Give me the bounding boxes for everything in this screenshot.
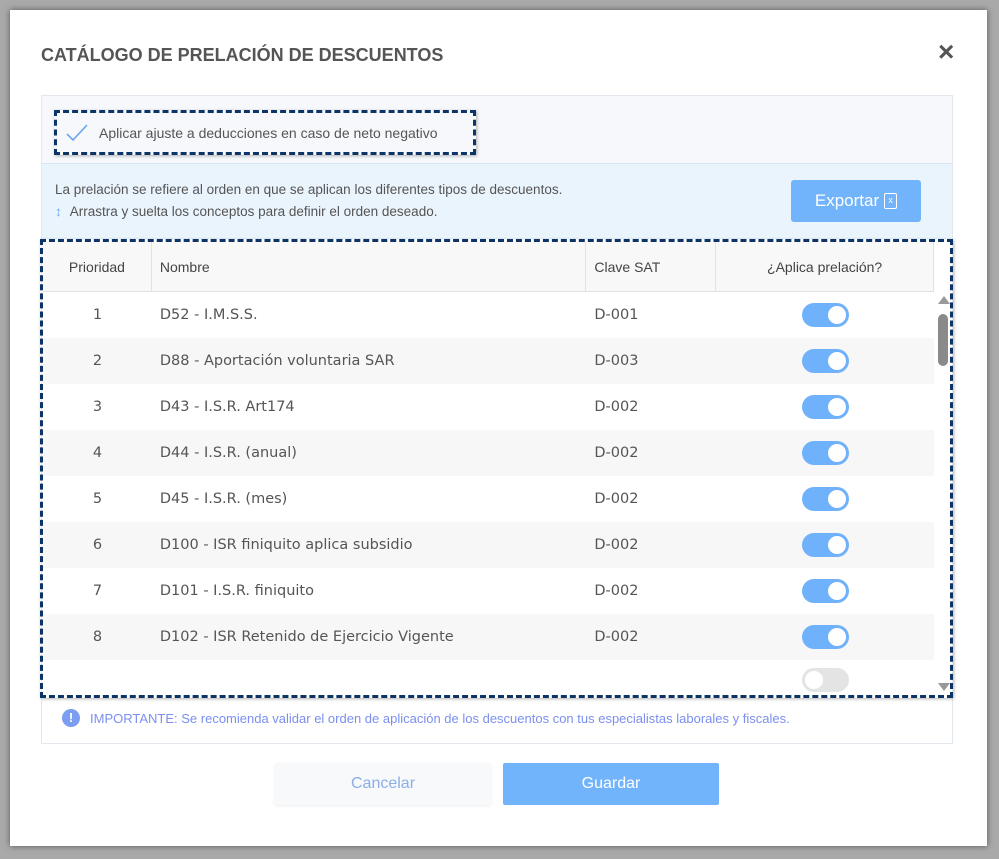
cell-clave-sat: D-001: [594, 307, 639, 323]
cell-nombre: D102 - ISR Retenido de Ejercicio Vigente: [159, 629, 454, 645]
cell-nombre: D101 - I.S.R. finiquito: [159, 583, 314, 599]
modal-title: CATÁLOGO DE PRELACIÓN DE DESCUENTOS: [41, 45, 444, 65]
cell-clave-sat: D-002: [594, 491, 639, 507]
cell-nombre: D43 - I.S.R. Art174: [159, 399, 295, 415]
cell-prioridad: 6: [92, 537, 103, 553]
cell-prioridad: 2: [92, 353, 103, 369]
scroll-thumb[interactable]: [938, 314, 948, 366]
table-row-partial: [43, 660, 934, 695]
excel-file-icon: x: [884, 193, 898, 209]
cell-nombre: D45 - I.S.R. (mes): [159, 491, 288, 507]
aplica-toggle[interactable]: [801, 441, 849, 465]
negative-net-checkbox[interactable]: Aplicar ajuste a deducciones en caso de …: [54, 110, 476, 155]
check-icon: [66, 123, 88, 141]
cell-clave-sat: D-002: [594, 445, 639, 461]
cell-prioridad: 8: [92, 629, 103, 645]
cell-nombre: D100 - ISR finiquito aplica subsidio: [159, 537, 413, 553]
header-prioridad[interactable]: Prioridad: [43, 242, 152, 292]
save-button[interactable]: Guardar: [503, 763, 719, 805]
exclamation-icon: !: [62, 709, 80, 727]
table-header: Prioridad Nombre Clave SAT ¿Aplica prela…: [43, 242, 934, 292]
content-panel: Aplicar ajuste a deducciones en caso de …: [40, 95, 953, 744]
export-button[interactable]: Exportar x: [791, 180, 921, 222]
drag-hint-text: Arrastra y suelta los conceptos para def…: [69, 204, 438, 219]
header-clave-sat[interactable]: Clave SAT: [586, 242, 717, 292]
important-note: ! IMPORTANTE: Se recomienda validar el o…: [62, 709, 790, 727]
table-row[interactable]: 4 D44 - I.S.R. (anual) D-002: [43, 430, 934, 476]
checkbox-label: Aplicar ajuste a deducciones en caso de …: [99, 124, 438, 141]
table-row[interactable]: 6 D100 - ISR finiquito aplica subsidio D…: [43, 522, 934, 568]
cell-nombre: D88 - Aportación voluntaria SAR: [159, 353, 395, 369]
aplica-toggle[interactable]: [801, 579, 849, 603]
cancel-button[interactable]: Cancelar: [275, 763, 491, 805]
aplica-toggle[interactable]: [801, 395, 849, 419]
cell-clave-sat: D-003: [594, 353, 639, 369]
cell-prioridad: 7: [92, 583, 103, 599]
scroll-down-icon[interactable]: [938, 683, 950, 691]
drag-arrow-icon: ↕: [55, 204, 62, 219]
cell-nombre: D52 - I.M.S.S.: [159, 307, 258, 323]
table-row[interactable]: 3 D43 - I.S.R. Art174 D-002: [43, 384, 934, 430]
aplica-toggle[interactable]: [801, 487, 849, 511]
table-row[interactable]: 7 D101 - I.S.R. finiquito D-002: [43, 568, 934, 614]
prelacion-modal: CATÁLOGO DE PRELACIÓN DE DESCUENTOS × Ap…: [10, 10, 987, 846]
info-banner: La prelación se refiere al orden en que …: [42, 163, 952, 239]
cell-nombre: D44 - I.S.R. (anual): [159, 445, 297, 461]
cell-prioridad: 5: [92, 491, 103, 507]
table-row[interactable]: 5 D45 - I.S.R. (mes) D-002: [43, 476, 934, 522]
cell-prioridad: 3: [92, 399, 103, 415]
table-row[interactable]: 1 D52 - I.M.S.S. D-001: [43, 292, 934, 338]
aplica-toggle[interactable]: [801, 625, 849, 649]
checkbox-row: Aplicar ajuste a deducciones en caso de …: [42, 96, 952, 163]
scrollbar[interactable]: [936, 292, 950, 695]
cell-prioridad: 4: [92, 445, 103, 461]
aplica-toggle[interactable]: [801, 303, 849, 327]
aplica-toggle[interactable]: [801, 533, 849, 557]
aplica-toggle[interactable]: [801, 668, 849, 692]
cell-clave-sat: D-002: [594, 537, 639, 553]
close-icon[interactable]: ×: [938, 38, 954, 66]
table-row[interactable]: 2 D88 - Aportación voluntaria SAR D-003: [43, 338, 934, 384]
table-row[interactable]: 8 D102 - ISR Retenido de Ejercicio Vigen…: [43, 614, 934, 660]
important-note-text: IMPORTANTE: Se recomienda validar el ord…: [90, 710, 790, 726]
header-aplica[interactable]: ¿Aplica prelación?: [716, 242, 934, 292]
cell-clave-sat: D-002: [594, 629, 639, 645]
cell-clave-sat: D-002: [594, 399, 639, 415]
header-nombre[interactable]: Nombre: [152, 242, 587, 292]
cell-prioridad: 1: [92, 307, 103, 323]
cell-clave-sat: D-002: [594, 583, 639, 599]
info-text: La prelación se refiere al orden en que …: [55, 182, 563, 197]
table-body: 1 D52 - I.M.S.S. D-001 2 D88 - Aportació…: [43, 292, 934, 695]
aplica-toggle[interactable]: [801, 349, 849, 373]
scroll-up-icon[interactable]: [938, 296, 950, 304]
prelacion-table: Prioridad Nombre Clave SAT ¿Aplica prela…: [40, 239, 953, 698]
